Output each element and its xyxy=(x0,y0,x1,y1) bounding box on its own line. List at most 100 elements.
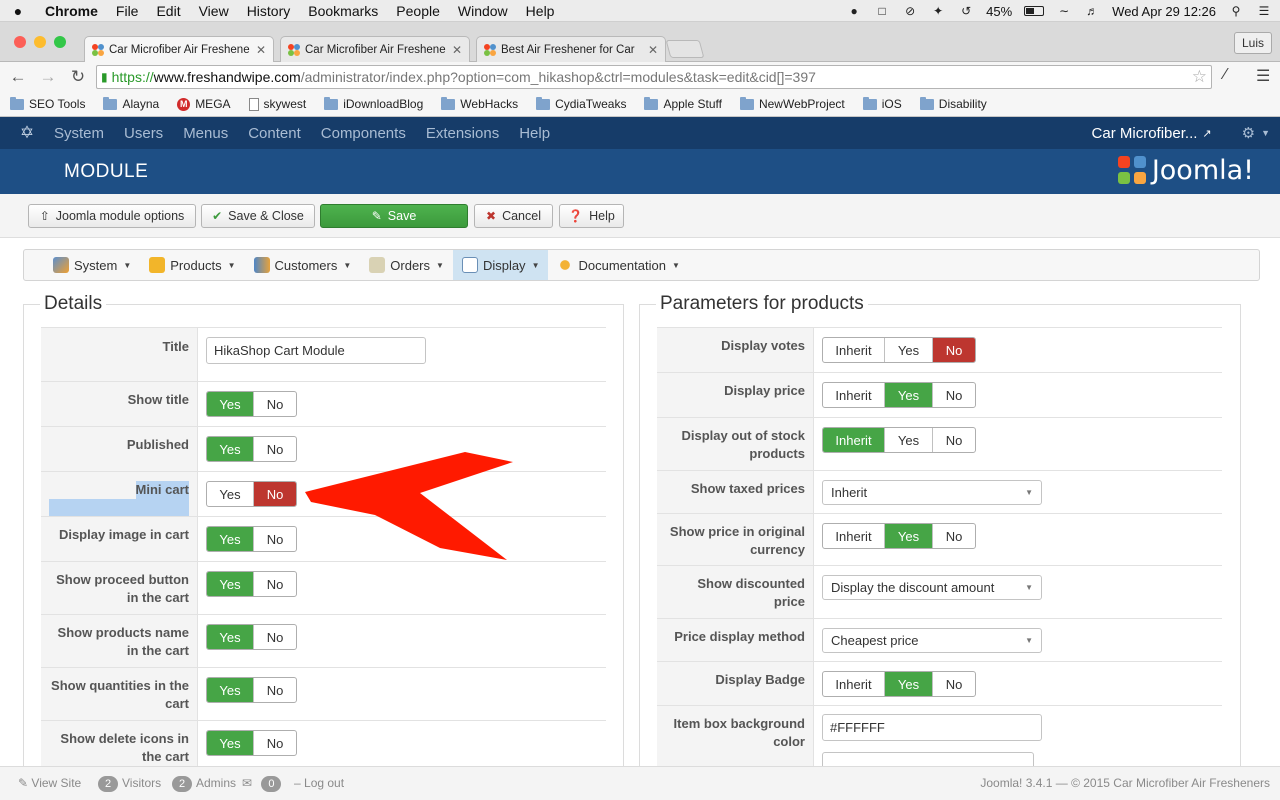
yes-option[interactable]: Yes xyxy=(207,625,254,649)
settings-gear-icon[interactable]: ⚙ xyxy=(1242,124,1255,142)
apple-menu-icon[interactable]: ● xyxy=(0,3,36,19)
menu-history[interactable]: History xyxy=(238,3,300,19)
inherit-option[interactable]: Inherit xyxy=(823,383,885,407)
yes-option[interactable]: Yes xyxy=(207,482,254,506)
help-button[interactable]: ❓ Help xyxy=(559,204,624,228)
eyedropper-extension-icon[interactable]: ∕ xyxy=(1224,66,1227,84)
yes-option[interactable]: Yes xyxy=(885,524,933,548)
messages-indicator[interactable]: ✉ 0 xyxy=(242,776,285,792)
minimize-window-button[interactable] xyxy=(34,36,46,48)
menu-edit[interactable]: Edit xyxy=(147,3,189,19)
nav-content[interactable]: Content xyxy=(248,125,301,142)
hika-menu-display[interactable]: Display ▼ xyxy=(452,250,549,280)
price-display-method-select[interactable]: Cheapest price ▼ xyxy=(822,628,1042,653)
hika-menu-customers[interactable]: Customers ▼ xyxy=(245,250,361,280)
published-toggle[interactable]: Yes No xyxy=(206,436,297,462)
yes-option[interactable]: Yes xyxy=(885,338,933,362)
nav-users[interactable]: Users xyxy=(124,125,163,142)
display-image-toggle[interactable]: Yes No xyxy=(206,526,297,552)
bookmark-disability[interactable]: Disability xyxy=(919,96,987,111)
no-option[interactable]: No xyxy=(254,437,296,461)
bookmark-cydiatweaks[interactable]: CydiaTweaks xyxy=(536,96,626,111)
chrome-menu-icon[interactable]: ☰ xyxy=(1256,66,1270,86)
show-title-toggle[interactable]: Yes No xyxy=(206,391,297,417)
title-input[interactable]: HikaShop Cart Module xyxy=(206,337,426,364)
yes-option[interactable]: Yes xyxy=(885,428,933,452)
profile-button[interactable]: Luis xyxy=(1233,32,1272,54)
battery-icon[interactable] xyxy=(1024,6,1045,16)
reload-icon[interactable]: ↻ xyxy=(66,65,90,89)
menu-help[interactable]: Help xyxy=(517,3,564,19)
back-icon[interactable]: ← xyxy=(6,65,30,89)
new-tab-button[interactable] xyxy=(665,40,705,58)
nav-menus[interactable]: Menus xyxy=(183,125,228,142)
proceed-button-toggle[interactable]: Yes No xyxy=(206,571,297,597)
menu-window[interactable]: Window xyxy=(449,3,517,19)
close-tab-icon[interactable]: ✕ xyxy=(647,43,659,57)
bookmark-alayna[interactable]: Alayna xyxy=(103,96,159,111)
browser-tab-2[interactable]: Car Microfiber Air Freshene ✕ xyxy=(280,36,470,62)
quantities-toggle[interactable]: Yes No xyxy=(206,677,297,703)
hika-menu-orders[interactable]: Orders ▼ xyxy=(360,250,453,280)
yes-option[interactable]: Yes xyxy=(207,678,254,702)
bluetooth-icon[interactable]: ✦ xyxy=(930,3,946,19)
yes-option[interactable]: Yes xyxy=(207,572,254,596)
app-5-icon[interactable]: □ xyxy=(874,3,890,19)
menu-view[interactable]: View xyxy=(190,3,238,19)
menu-people[interactable]: People xyxy=(387,3,449,19)
no-option[interactable]: No xyxy=(933,428,975,452)
taxed-prices-select[interactable]: Inherit ▼ xyxy=(822,480,1042,505)
yes-option[interactable]: Yes xyxy=(207,437,254,461)
close-tab-icon[interactable]: ✕ xyxy=(451,43,463,57)
maximize-window-button[interactable] xyxy=(54,36,66,48)
out-of-stock-toggle[interactable]: Inherit Yes No xyxy=(822,427,976,453)
site-link[interactable]: Car Microfiber... xyxy=(1092,125,1198,142)
do-not-disturb-icon[interactable]: ⊘ xyxy=(902,3,918,19)
no-option[interactable]: No xyxy=(254,527,296,551)
bookmark-apple-stuff[interactable]: Apple Stuff xyxy=(644,96,722,111)
inherit-option[interactable]: Inherit xyxy=(823,524,885,548)
no-option[interactable]: No xyxy=(254,678,296,702)
no-option[interactable]: No xyxy=(933,672,975,696)
yes-option[interactable]: Yes xyxy=(207,527,254,551)
mini-cart-toggle[interactable]: Yes No xyxy=(206,481,297,507)
original-currency-toggle[interactable]: Inherit Yes No xyxy=(822,523,976,549)
products-name-toggle[interactable]: Yes No xyxy=(206,624,297,650)
close-window-button[interactable] xyxy=(14,36,26,48)
save-close-button[interactable]: ✔ Save & Close xyxy=(201,204,315,228)
delete-icons-toggle[interactable]: Yes No xyxy=(206,730,297,756)
color-picker-field[interactable] xyxy=(822,752,1034,766)
display-price-toggle[interactable]: Inherit Yes No xyxy=(822,382,976,408)
bookmark-webhacks[interactable]: WebHacks xyxy=(441,96,518,111)
bookmark-ios[interactable]: iOS xyxy=(862,96,902,111)
spotlight-search-icon[interactable]: ⚲ xyxy=(1228,3,1244,19)
hika-menu-documentation[interactable]: Documentation ▼ xyxy=(548,250,688,280)
bookmark-skywest[interactable]: skywest xyxy=(248,97,306,111)
joomla-module-options-button[interactable]: ⇧ Joomla module options xyxy=(28,204,196,228)
view-site-link[interactable]: ✎ View Site xyxy=(18,776,81,790)
inherit-option[interactable]: Inherit xyxy=(823,672,885,696)
display-votes-toggle[interactable]: Inherit Yes No xyxy=(822,337,976,363)
nav-system[interactable]: System xyxy=(54,125,104,142)
bookmark-newwebproject[interactable]: NewWebProject xyxy=(739,96,845,111)
settings-caret-icon[interactable]: ▼ xyxy=(1261,128,1270,138)
discounted-price-select[interactable]: Display the discount amount ▼ xyxy=(822,575,1042,600)
menu-chrome[interactable]: Chrome xyxy=(36,3,107,19)
no-option[interactable]: No xyxy=(933,524,975,548)
time-machine-icon[interactable]: ↺ xyxy=(958,3,974,19)
notification-center-icon[interactable]: ☰ xyxy=(1256,3,1272,19)
background-color-input[interactable]: #FFFFFF xyxy=(822,714,1042,741)
yes-option[interactable]: Yes xyxy=(207,731,254,755)
hika-menu-products[interactable]: Products ▼ xyxy=(140,250,244,280)
browser-tab-1[interactable]: Car Microfiber Air Freshene ✕ xyxy=(84,36,274,62)
nav-help[interactable]: Help xyxy=(519,125,550,142)
clock[interactable]: Wed Apr 29 12:26 xyxy=(1112,4,1216,19)
address-bar[interactable]: ▮ https://www.freshandwipe.com/administr… xyxy=(96,65,1212,89)
browser-tab-3[interactable]: Best Air Freshener for Car ✕ xyxy=(476,36,666,62)
no-option[interactable]: No xyxy=(933,338,975,362)
menu-bookmarks[interactable]: Bookmarks xyxy=(299,3,387,19)
inherit-option[interactable]: Inherit xyxy=(823,428,885,452)
no-option[interactable]: No xyxy=(254,625,296,649)
bookmark-mega[interactable]: M MEGA xyxy=(177,97,231,111)
close-tab-icon[interactable]: ✕ xyxy=(255,43,267,57)
